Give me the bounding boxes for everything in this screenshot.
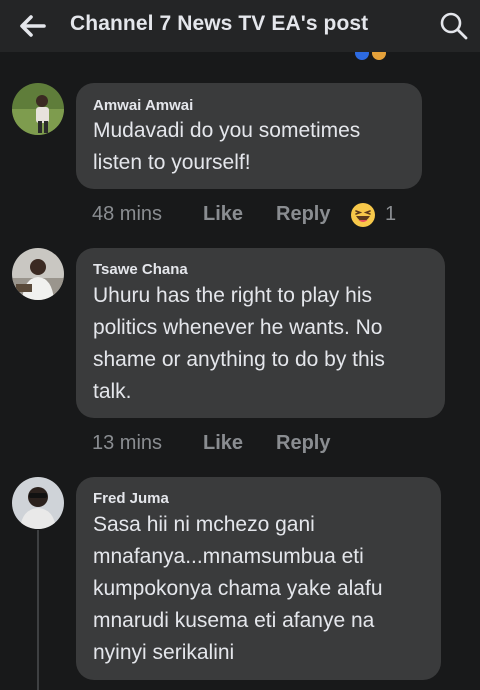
laughing-emoji-icon bbox=[351, 203, 375, 227]
arrow-left-icon bbox=[20, 15, 46, 37]
comment-bubble[interactable]: Fred Juma Sasa hii ni mchezo gani mnafan… bbox=[76, 477, 441, 680]
comment-bubble[interactable]: Amwai Amwai Mudavadi do you sometimes li… bbox=[76, 83, 422, 189]
thread-line bbox=[37, 530, 39, 690]
reaction-haha-icon bbox=[372, 52, 386, 60]
avatar-photo bbox=[12, 248, 64, 300]
back-button[interactable] bbox=[14, 10, 50, 42]
comment-author[interactable]: Amwai Amwai bbox=[93, 97, 193, 114]
comment-line: listen to yourself! bbox=[93, 151, 251, 174]
avatar[interactable] bbox=[12, 83, 64, 135]
comment-line: Sasa hii ni mchezo gani bbox=[93, 513, 315, 536]
comment-line: Uhuru has the right to play his bbox=[93, 284, 372, 307]
reply-button[interactable]: Reply bbox=[276, 432, 330, 455]
comment-line: nyinyi serikalini bbox=[93, 641, 235, 664]
comment-text: Uhuru has the right to play his politics… bbox=[93, 280, 385, 408]
like-button[interactable]: Like bbox=[203, 203, 243, 226]
comment-line: politics whenever he wants. No bbox=[93, 316, 383, 339]
comment-line: shame or anything to do by this bbox=[93, 348, 385, 371]
comment-author[interactable]: Fred Juma bbox=[93, 490, 169, 507]
avatar[interactable] bbox=[12, 477, 64, 529]
avatar-photo bbox=[12, 477, 64, 529]
avatar-photo bbox=[12, 83, 64, 135]
avatar[interactable] bbox=[12, 248, 64, 300]
reaction-like-icon bbox=[355, 52, 369, 60]
top-bar: Channel 7 News TV EA's post bbox=[0, 0, 480, 52]
comment-author[interactable]: Tsawe Chana bbox=[93, 261, 188, 278]
comment-line: talk. bbox=[93, 380, 132, 403]
page-title: Channel 7 News TV EA's post bbox=[70, 12, 369, 35]
comment-text: Mudavadi do you sometimes listen to your… bbox=[93, 115, 360, 179]
comment-bubble[interactable]: Tsawe Chana Uhuru has the right to play … bbox=[76, 248, 445, 418]
search-icon bbox=[440, 12, 468, 40]
previous-comment-actions bbox=[0, 52, 480, 64]
comment-line: Mudavadi do you sometimes bbox=[93, 119, 361, 142]
comment-line: mnarudi kusema eti afanye na bbox=[93, 609, 375, 632]
comment-line: kumpokonya chama yake alafu bbox=[93, 577, 383, 600]
reaction-count: 1 bbox=[385, 203, 397, 225]
search-button[interactable] bbox=[438, 10, 470, 42]
reply-button[interactable]: Reply bbox=[276, 203, 330, 226]
comment-text: Sasa hii ni mchezo gani mnafanya...mnams… bbox=[93, 509, 383, 669]
comment-time[interactable]: 13 mins bbox=[92, 432, 162, 455]
comment-line: mnafanya...mnamsumbua eti bbox=[93, 545, 364, 568]
comment-time[interactable]: 48 mins bbox=[92, 203, 162, 226]
reaction-summary[interactable]: 1 bbox=[350, 201, 402, 229]
like-button[interactable]: Like bbox=[203, 432, 243, 455]
